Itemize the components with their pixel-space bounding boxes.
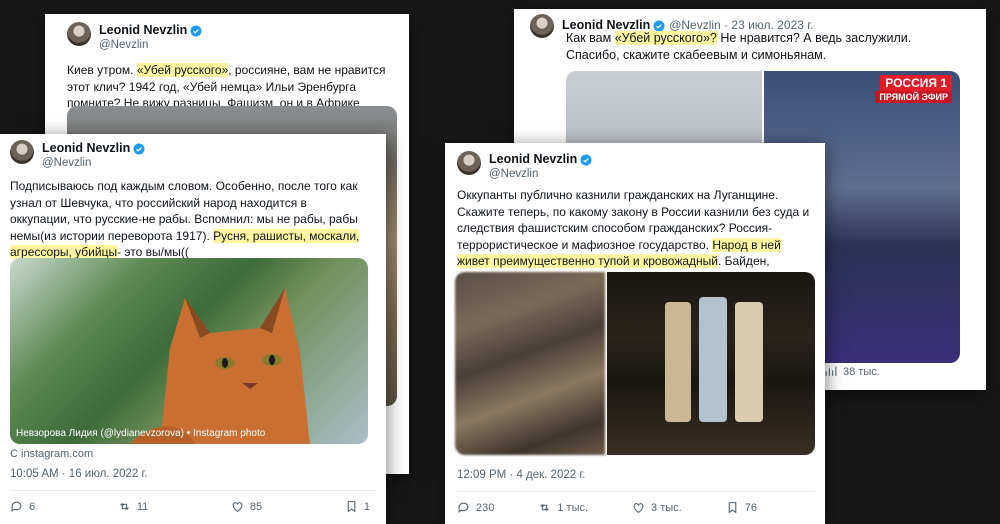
verified-badge-icon xyxy=(580,154,592,165)
avatar[interactable] xyxy=(530,14,554,38)
author-handle[interactable]: @Nevzlin xyxy=(489,167,592,182)
retweet-icon xyxy=(540,504,550,511)
bookmark-icon xyxy=(347,501,356,513)
tweet-card-cat[interactable]: Leonid Nevzlin @Nevzlin Подписываюсь под… xyxy=(0,134,386,524)
retweet-count: 1 тыс. xyxy=(557,501,589,514)
tweet-text: Как вам «Убей русского»? Не нравится? А … xyxy=(566,31,912,62)
retweet-icon xyxy=(120,503,129,510)
blurred-figure xyxy=(735,302,763,422)
tweet-photo-blurred-right[interactable] xyxy=(607,272,815,455)
like-count: 3 тыс. xyxy=(651,501,682,514)
heart-icon xyxy=(633,503,644,514)
bookmark-count: 1 xyxy=(363,500,370,513)
like-count: 85 xyxy=(249,500,263,513)
avatar[interactable] xyxy=(67,22,91,46)
verified-badge-icon xyxy=(190,25,202,36)
divider xyxy=(10,490,376,491)
reply-count: 6 xyxy=(29,500,36,513)
reply-button[interactable]: 6 xyxy=(10,500,35,513)
bookmark-button[interactable]: 1 xyxy=(345,500,370,513)
avatar[interactable] xyxy=(457,151,481,175)
blurred-figure xyxy=(665,302,691,422)
bookmark-count: 76 xyxy=(744,501,757,514)
author-name[interactable]: Leonid Nevzlin xyxy=(42,141,130,156)
tv-channel-logo: РОССИЯ 1 xyxy=(880,75,952,91)
reply-icon xyxy=(458,502,469,513)
tweet-photo-blurred-left[interactable] xyxy=(455,272,605,455)
tweet-card-center[interactable]: Leonid Nevzlin @Nevzlin Оккупанты публич… xyxy=(445,143,825,524)
reply-button[interactable]: 230 xyxy=(457,501,494,514)
heart-icon xyxy=(232,502,243,513)
author-handle[interactable]: @Nevzlin xyxy=(99,38,202,53)
cat-illustration xyxy=(130,288,310,444)
blurred-figure xyxy=(699,297,727,422)
author-name[interactable]: Leonid Nevzlin xyxy=(489,152,577,167)
tweet-photo-cat[interactable]: Невзорова Лидия (@lydianevzorova) • Inst… xyxy=(10,258,368,444)
views-count: 38 тыс. xyxy=(843,365,880,378)
avatar[interactable] xyxy=(10,140,34,164)
retweet-button[interactable]: 1 тыс. xyxy=(538,501,588,514)
author-name[interactable]: Leonid Nevzlin xyxy=(99,23,187,38)
like-button[interactable]: 3 тыс. xyxy=(632,501,682,514)
timestamp[interactable]: 10:05 AM · 16 июл. 2022 г. xyxy=(10,468,147,480)
like-button[interactable]: 85 xyxy=(231,500,262,513)
views-icon xyxy=(825,366,837,376)
link-source[interactable]: C instagram.com xyxy=(10,448,93,460)
timestamp[interactable]: 12:09 PM · 4 дек. 2022 г. xyxy=(457,469,585,481)
tweet-text: Подписываюсь под каждым словом. Особенно… xyxy=(10,179,360,259)
reply-icon xyxy=(11,501,22,512)
divider xyxy=(457,491,815,492)
retweet-button[interactable]: 11 xyxy=(118,500,148,513)
tv-live-label: ПРЯМОЙ ЭФИР xyxy=(875,91,952,103)
photo-caption: Невзорова Лидия (@lydianevzorova) • Inst… xyxy=(16,428,266,439)
retweet-count: 11 xyxy=(136,500,149,513)
views-button[interactable]: 38 тыс. xyxy=(824,365,880,378)
bookmark-button[interactable]: 76 xyxy=(726,501,757,514)
author-handle[interactable]: @Nevzlin xyxy=(42,156,145,171)
bookmark-icon xyxy=(728,502,737,514)
reply-count: 230 xyxy=(476,501,495,514)
verified-badge-icon xyxy=(133,143,145,154)
